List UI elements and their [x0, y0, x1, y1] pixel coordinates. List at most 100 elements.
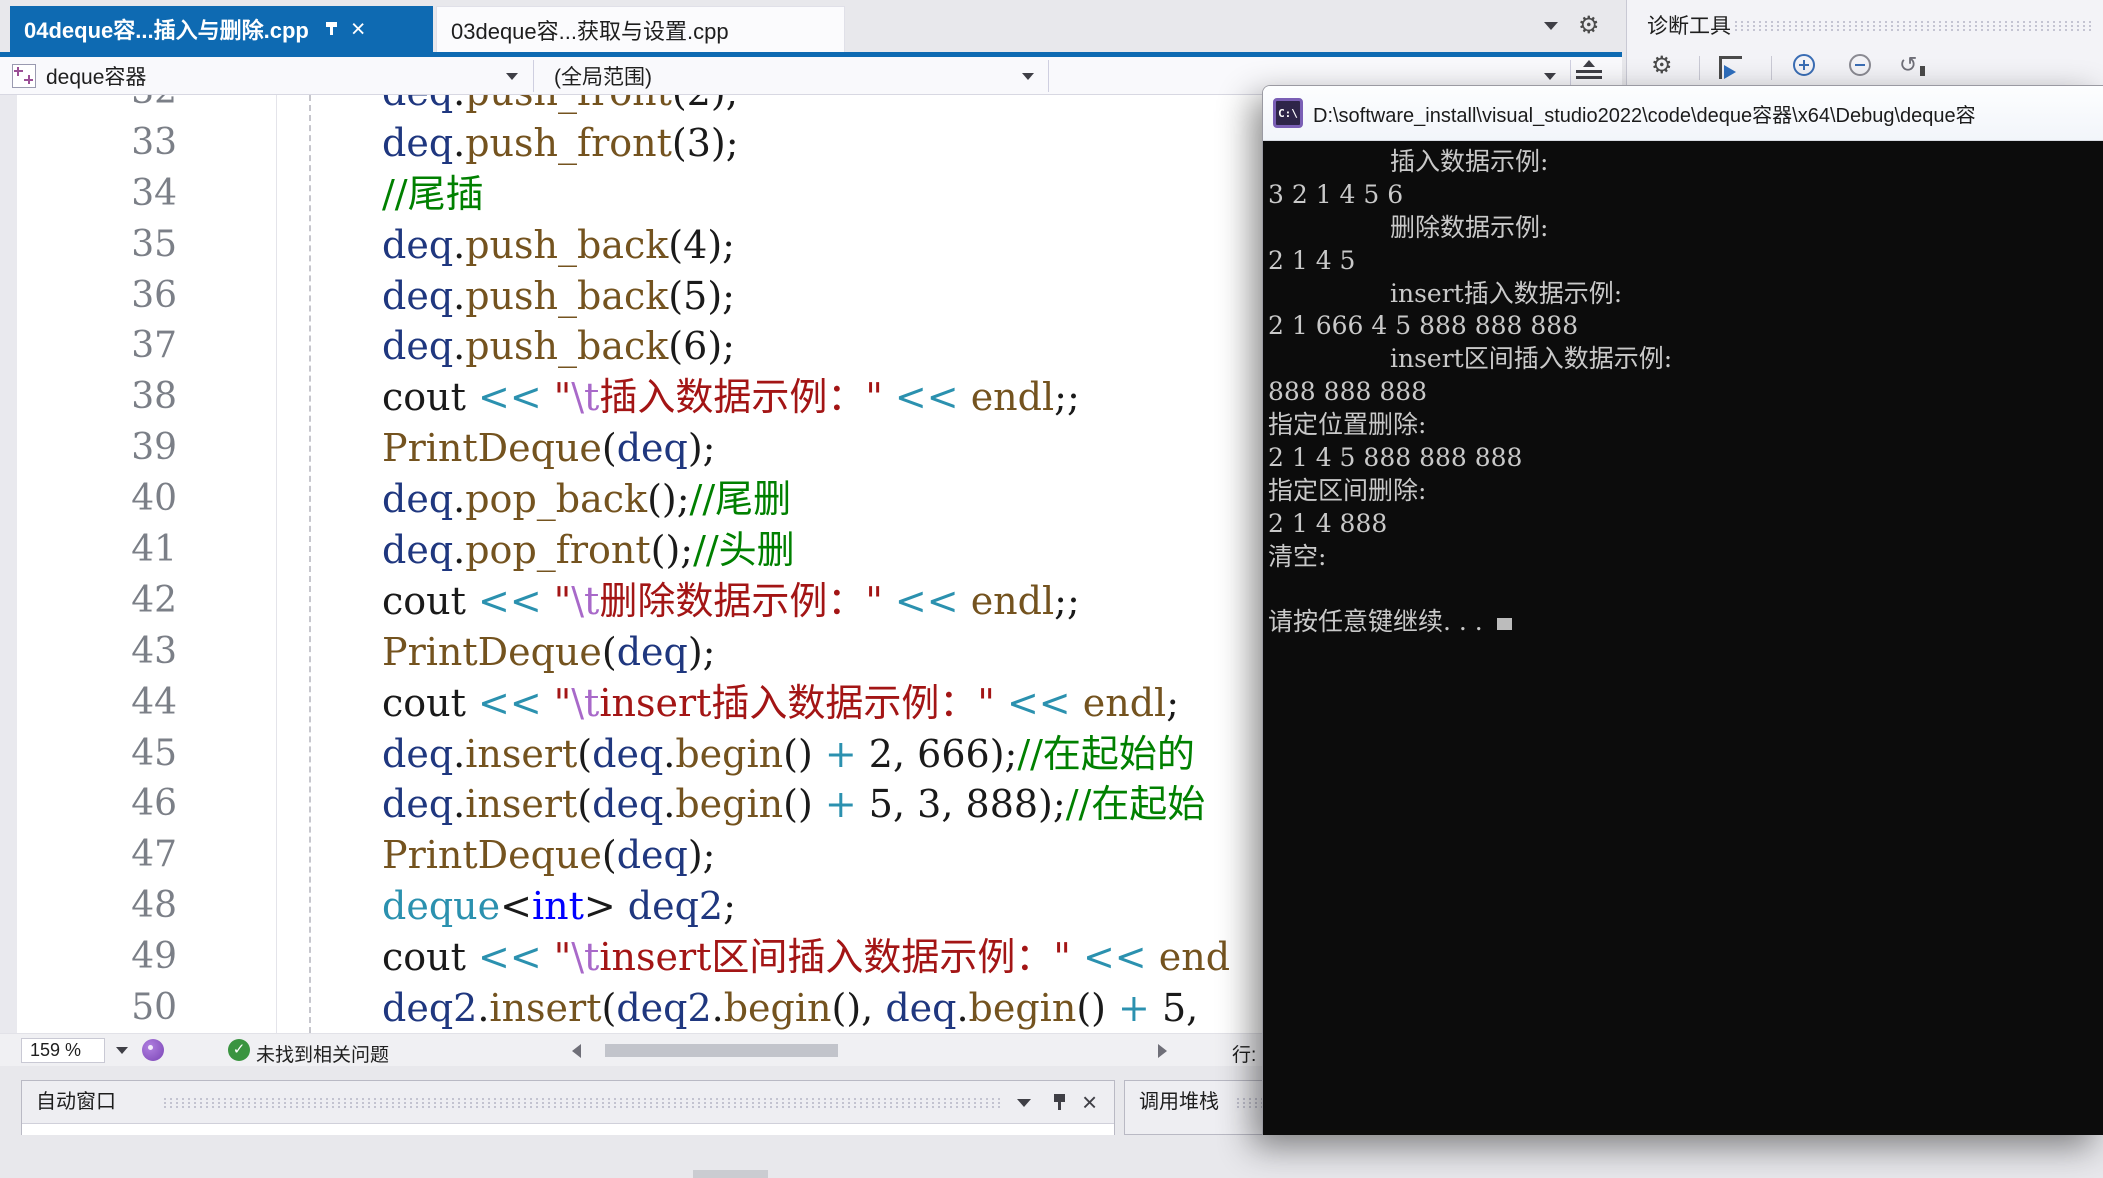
types-dropdown-value: deque容器: [46, 66, 147, 89]
line-number: 41: [131, 529, 177, 571]
close-icon[interactable]: ×: [351, 16, 366, 42]
code-text: cout << "\tinsert插入数据示例：" << endl;: [382, 680, 1179, 725]
console-line: 3 2 1 4 5 6: [1268, 179, 1404, 209]
autos-content[interactable]: [22, 1124, 1114, 1178]
console-line: insert插入数据示例:: [1390, 278, 1623, 308]
symbol-icon: [12, 64, 36, 88]
reset-view-icon[interactable]: ↺: [1899, 52, 1927, 78]
line-number: 32: [0, 95, 177, 118]
code-text: deque<int> deq2;: [382, 884, 736, 929]
zoom-level-selector[interactable]: 159 %: [21, 1038, 105, 1063]
pin-icon[interactable]: [323, 21, 339, 37]
code-text: deq.push_front(3);: [382, 120, 739, 165]
console-line: 2 1 4 5: [1268, 245, 1356, 275]
line-number: 42: [131, 579, 177, 621]
settings-gear-icon[interactable]: ⚙: [1651, 54, 1673, 78]
code-text: PrintDeque(deq);: [382, 833, 716, 878]
chevron-down-icon: [1544, 73, 1556, 80]
console-title: D:\software_install\visual_studio2022\co…: [1313, 104, 1976, 127]
console-line: insert区间插入数据示例:: [1390, 344, 1673, 374]
console-line: 888 888 888: [1268, 377, 1428, 407]
console-icon: C:\: [1273, 98, 1303, 128]
console-line: 插入数据示例:: [1390, 147, 1549, 176]
console-line: 2 1 4 5 888 888 888: [1268, 443, 1523, 473]
scroll-right-icon[interactable]: [1158, 1044, 1167, 1058]
snapshot-icon[interactable]: [1719, 56, 1742, 79]
code-text: PrintDeque(deq);: [382, 629, 716, 674]
console-window: C:\ D:\software_install\visual_studio202…: [1262, 85, 2103, 1135]
panel-title: 诊断工具: [1647, 15, 1731, 38]
line-number: 45: [131, 732, 177, 774]
members-dropdown[interactable]: (全局范围): [536, 57, 1046, 95]
console-line: 2 1 4 888: [1268, 508, 1388, 538]
types-dropdown[interactable]: deque容器: [12, 57, 532, 95]
console-line: 2 1 666 4 5 888 888 888: [1268, 311, 1579, 341]
document-tab-strip: 04deque容...插入与删除.cpp × 03deque容...获取与设置.…: [0, 0, 1622, 52]
code-text: PrintDeque(deq);: [382, 426, 716, 471]
divider: [1771, 56, 1772, 80]
editor-split-handle[interactable]: [1576, 60, 1602, 88]
chevron-down-icon[interactable]: [1017, 1099, 1031, 1107]
line-number: 40: [131, 478, 177, 520]
code-text: cout << "\t删除数据示例：" << endl;;: [382, 578, 1080, 623]
health-indicator-icon[interactable]: [142, 1039, 164, 1061]
tab-label: 04deque容...插入与删除.cpp: [24, 18, 309, 43]
tab-03deque-get-set[interactable]: 03deque容...获取与设置.cpp: [436, 6, 845, 52]
code-text: //尾插: [382, 171, 484, 216]
line-number: 46: [131, 783, 177, 825]
line-number: 37: [131, 325, 177, 367]
code-text: deq.insert(deq.begin() + 2, 666);//在起始的: [382, 731, 1195, 776]
autos-title-bar[interactable]: 自动窗口 ×: [22, 1081, 1114, 1124]
divider: [1048, 60, 1049, 92]
line-position-label: 行:: [1232, 1045, 1257, 1066]
panel-title: 自动窗口: [36, 1091, 116, 1113]
code-text: deq.push_back(5);: [382, 273, 735, 318]
console-line: 清空:: [1268, 541, 1327, 571]
pin-icon[interactable]: [1052, 1092, 1068, 1110]
zoom-out-icon[interactable]: [1849, 54, 1871, 76]
scrollbar-fragment: [693, 1170, 768, 1178]
line-number: 43: [131, 630, 177, 672]
line-number: 38: [131, 376, 177, 418]
line-number: 47: [131, 834, 177, 876]
console-line: 指定位置删除:: [1268, 410, 1427, 440]
line-number: 49: [131, 936, 177, 978]
members-dropdown-value: (全局范围): [554, 66, 652, 89]
chevron-down-icon: [1022, 73, 1034, 80]
autos-window: 自动窗口 ×: [21, 1080, 1115, 1178]
scroll-left-icon[interactable]: [572, 1044, 581, 1058]
console-output[interactable]: 插入数据示例: 3 2 1 4 5 6 删除数据示例: 2 1 4 5 insert插入…: [1263, 141, 2103, 1135]
close-icon[interactable]: ×: [1082, 1087, 1097, 1118]
zoom-in-icon[interactable]: [1793, 54, 1815, 76]
line-number: 35: [131, 223, 177, 265]
line-number: 36: [131, 274, 177, 316]
divider: [533, 60, 534, 92]
line-number: 33: [131, 121, 177, 163]
health-status-text: 未找到相关问题: [256, 1045, 390, 1066]
code-text: deq2.insert(deq2.begin(), deq.begin() + …: [382, 986, 1199, 1031]
tab-04deque-insert-delete[interactable]: 04deque容...插入与删除.cpp ×: [10, 6, 433, 52]
tab-list-dropdown-icon[interactable]: [1544, 22, 1558, 30]
horizontal-scrollbar-thumb[interactable]: [605, 1044, 838, 1057]
line-number: 34: [131, 172, 177, 214]
console-line: 请按任意键继续. . .: [1268, 606, 2103, 639]
code-text: deq.push_back(6);: [382, 324, 735, 369]
chevron-down-icon[interactable]: [116, 1047, 128, 1054]
console-title-bar[interactable]: C:\ D:\software_install\visual_studio202…: [1263, 86, 2103, 141]
panel-title: 调用堆栈: [1139, 1091, 1219, 1113]
console-line: 指定区间删除:: [1268, 475, 1427, 505]
code-text: cout << "\t插入数据示例：" << endl;;: [382, 375, 1080, 420]
code-text: deq.push_front(2);: [382, 95, 739, 118]
chevron-down-icon: [506, 73, 518, 80]
drag-texture: [1733, 20, 2095, 32]
divider: [1699, 56, 1700, 80]
code-text: deq.insert(deq.begin() + 5, 3, 888);//在起…: [382, 782, 1206, 827]
gear-icon[interactable]: ⚙: [1578, 14, 1600, 38]
code-text: deq.pop_back();//尾删: [382, 477, 792, 522]
code-text: cout << "\tinsert区间插入数据示例：" << end: [382, 935, 1231, 980]
line-number: 44: [131, 681, 177, 723]
drag-texture: [162, 1097, 1004, 1109]
console-cursor: [1496, 618, 1512, 631]
line-number: 50: [131, 987, 177, 1029]
